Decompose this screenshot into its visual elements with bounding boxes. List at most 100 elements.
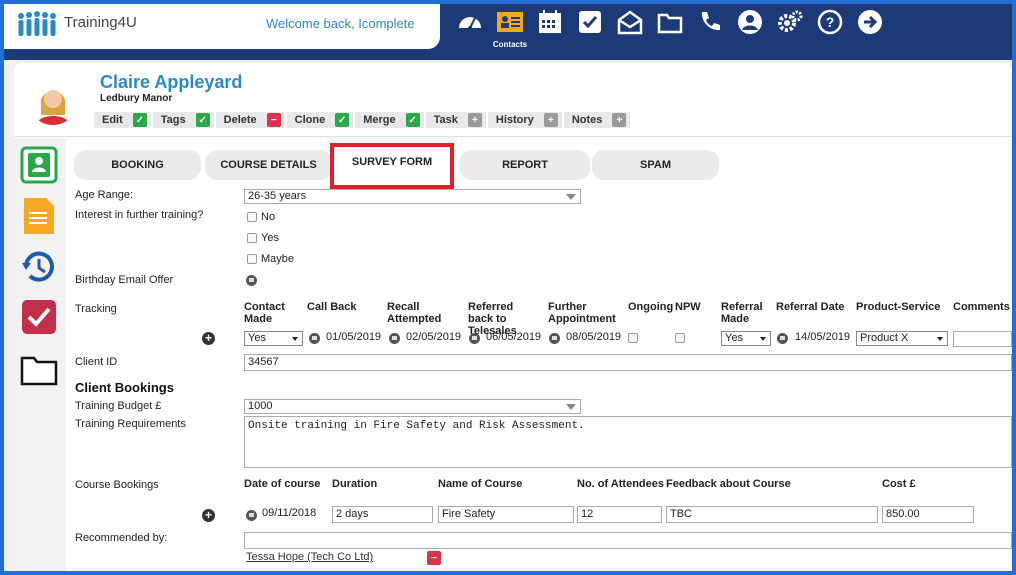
welcome-message: Welcome back, Icomplete	[266, 16, 415, 31]
action-label: History	[495, 114, 534, 126]
logout-icon[interactable]	[856, 8, 884, 36]
calendar-icon[interactable]	[536, 8, 564, 36]
referral-date-header: Referral Date	[776, 301, 845, 313]
calendar-icon[interactable]	[246, 275, 257, 286]
phone-icon[interactable]	[696, 8, 724, 36]
edit-action[interactable]: Edit ✓	[94, 112, 151, 128]
attendees-input[interactable]: 12	[577, 506, 662, 523]
calendar-icon[interactable]	[309, 333, 320, 344]
referral-made-value: Yes	[725, 332, 743, 344]
recommended-input[interactable]	[244, 532, 1012, 549]
feedback-input[interactable]: TBC	[666, 506, 878, 523]
check-icon[interactable]: ✓	[132, 113, 147, 127]
document-icon[interactable]	[20, 196, 58, 234]
plus-icon[interactable]: +	[612, 113, 627, 127]
course-date-header: Date of course	[244, 478, 321, 490]
folder-icon[interactable]	[656, 8, 684, 36]
account-icon[interactable]	[736, 8, 764, 36]
top-bar: Training4U Welcome back, Icomplete Conta…	[4, 4, 1012, 60]
interest-no-checkbox[interactable]	[247, 212, 257, 222]
action-label: Task	[433, 114, 458, 126]
referred-date[interactable]: 06/05/2019	[486, 331, 541, 343]
training-requirements-textarea[interactable]: Onsite training in Fire Safety and Risk …	[244, 416, 1012, 468]
content-panel: Claire Appleyard Ledbury Manor Edit ✓ Tag…	[14, 63, 1012, 571]
tab-survey-form[interactable]: SURVEY FORM	[330, 143, 454, 189]
folder-icon[interactable]	[20, 350, 58, 388]
calendar-icon[interactable]	[246, 510, 257, 521]
history-action[interactable]: History +	[487, 112, 562, 128]
npw-header: NPW	[675, 301, 701, 313]
tab-spam[interactable]: SPAM	[592, 150, 719, 180]
check-icon[interactable]: ✓	[195, 113, 210, 127]
recommended-link[interactable]: Tessa Hope (Tech Co Ltd)	[246, 551, 373, 563]
referral-date[interactable]: 14/05/2019	[795, 331, 850, 343]
history-icon[interactable]	[20, 248, 58, 286]
tags-action[interactable]: Tags ✓	[152, 112, 214, 128]
header-divider	[14, 136, 1012, 137]
app-frame: Training4U Welcome back, Icomplete Conta…	[0, 0, 1016, 575]
check-icon[interactable]: ✓	[335, 113, 350, 127]
action-label: Edit	[102, 114, 123, 126]
interest-maybe-checkbox[interactable]	[247, 254, 257, 264]
settings-icon[interactable]	[776, 8, 804, 36]
nav-contacts[interactable]: Contacts	[488, 4, 532, 54]
tasks-icon[interactable]	[576, 8, 604, 36]
tab-course-details[interactable]: COURSE DETAILS	[205, 150, 332, 180]
remove-recommendation-icon[interactable]: −	[427, 551, 441, 565]
dashboard-icon[interactable]	[456, 8, 484, 36]
minus-icon[interactable]: −	[266, 113, 281, 127]
delete-action[interactable]: Delete −	[215, 112, 285, 128]
calendar-icon[interactable]	[777, 333, 788, 344]
task-action[interactable]: Task +	[425, 112, 486, 128]
course-name-header: Name of Course	[438, 478, 523, 490]
client-id-input[interactable]: 34567	[244, 354, 1012, 371]
interest-yes-label: Yes	[261, 232, 279, 244]
age-range-value: 26-35 years	[248, 190, 307, 202]
notes-action[interactable]: Notes +	[563, 112, 631, 128]
mail-icon[interactable]	[616, 8, 644, 36]
age-range-select[interactable]: 26-35 years	[244, 189, 581, 204]
tab-booking[interactable]: BOOKING	[74, 150, 201, 180]
call-back-date[interactable]: 01/05/2019	[326, 331, 381, 343]
plus-icon[interactable]: +	[467, 113, 482, 127]
clone-action[interactable]: Clone ✓	[286, 112, 354, 128]
calendar-icon[interactable]	[389, 333, 400, 344]
help-icon[interactable]: ?	[816, 8, 844, 36]
dropdown-arrow-icon	[292, 337, 298, 341]
product-select[interactable]: Product X	[856, 331, 948, 346]
calendar-icon[interactable]	[549, 333, 560, 344]
add-tracking-button[interactable]: +	[202, 332, 215, 345]
action-label: Delete	[223, 114, 257, 126]
interest-maybe-label: Maybe	[261, 253, 295, 265]
tab-report[interactable]: REPORT	[460, 150, 590, 180]
attendees-header: No. of Attendees	[577, 478, 664, 490]
training-requirements-label: Training Requirements	[75, 418, 186, 430]
tracking-label: Tracking	[75, 303, 117, 315]
npw-checkbox[interactable]	[675, 333, 685, 343]
avatar	[28, 75, 78, 125]
training-budget-value: 1000	[248, 400, 273, 412]
course-name-input[interactable]: Fire Safety	[438, 506, 574, 523]
merge-action[interactable]: Merge ✓	[355, 112, 424, 128]
check-icon[interactable]: ✓	[405, 113, 420, 127]
course-date[interactable]: 09/11/2018	[262, 507, 316, 519]
ongoing-checkbox[interactable]	[628, 333, 638, 343]
contact-made-select[interactable]: Yes	[244, 331, 303, 346]
contact-card-icon[interactable]	[20, 146, 58, 184]
recall-date[interactable]: 02/05/2019	[406, 331, 461, 343]
further-date[interactable]: 08/05/2019	[566, 331, 621, 343]
referral-made-select[interactable]: Yes	[721, 331, 771, 346]
contact-made-value: Yes	[248, 332, 266, 344]
calendar-icon[interactable]	[469, 333, 480, 344]
duration-header: Duration	[332, 478, 378, 490]
add-course-booking-button[interactable]: +	[202, 509, 215, 522]
comments-input[interactable]	[953, 331, 1012, 347]
cost-input[interactable]: 850.00	[882, 506, 974, 523]
training-budget-select[interactable]: 1000	[244, 399, 581, 414]
plus-icon[interactable]: +	[543, 113, 558, 127]
interest-yes-checkbox[interactable]	[247, 233, 257, 243]
cost-header: Cost £	[882, 478, 916, 490]
duration-input[interactable]: 2 days	[332, 506, 433, 523]
task-check-icon[interactable]	[20, 298, 58, 336]
contact-made-header: Contact Made	[244, 301, 285, 325]
